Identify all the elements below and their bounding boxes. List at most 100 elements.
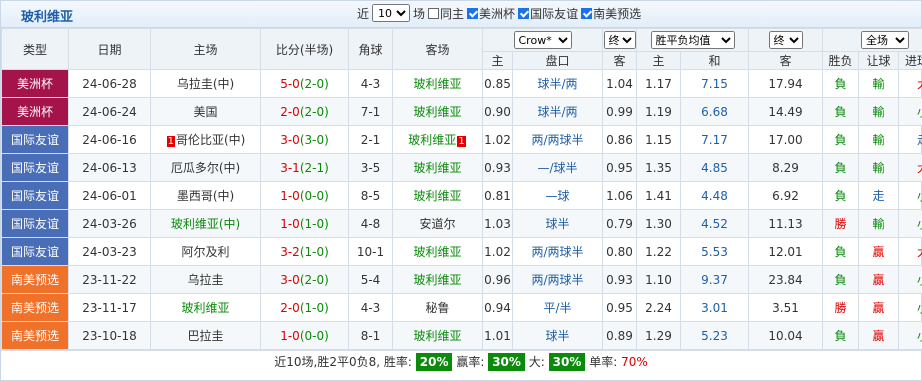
event-type[interactable]: 国际友谊 [1,125,69,154]
stage-select-1[interactable]: 终 [603,31,636,49]
home-team[interactable]: 玻利维亚 [150,293,261,322]
away-team[interactable]: 玻利维亚 [392,97,483,126]
rank-badge: 1 [457,136,466,147]
match-date: 24-06-13 [68,153,151,182]
match-row: 南美预选 23-10-18 巴拉圭 1-0(0-0) 8-1 玻利维亚 1.01 球半 0.89… [1,321,922,350]
match-score[interactable]: 5-0(2-0) [260,69,349,98]
ah-line: 平/半 [512,293,603,322]
match-date: 24-06-16 [68,125,151,154]
same-home-checkbox[interactable]: 同主 [428,5,464,22]
away-team[interactable]: 玻利维亚 [392,181,483,210]
ah-away-odds: 0.89 [602,321,637,350]
corner-score: 8-5 [348,181,393,210]
ah-away-odds: 1.06 [602,181,637,210]
qualifier-checkbox[interactable]: 南美预选 [581,5,641,22]
result-ou: 小 [897,321,922,350]
odd-label: 单率: [589,355,618,369]
ah-home-odds: 1.03 [482,209,513,238]
result-wl: 勝 [822,293,859,322]
event-type[interactable]: 南美预选 [1,265,69,294]
checkbox-box[interactable] [467,7,479,19]
checkbox-box[interactable] [581,7,593,19]
odds-home: 1.17 [636,69,681,98]
away-team[interactable]: 秘鲁 [392,293,483,322]
event-type[interactable]: 国际友谊 [1,209,69,238]
friendly-checkbox[interactable]: 国际友谊 [518,5,578,22]
copa-checkbox[interactable]: 美洲杯 [467,5,515,22]
home-team[interactable]: 阿尔及利 [150,237,261,266]
away-team[interactable]: 玻利维亚 [392,237,483,266]
event-type[interactable]: 国际友谊 [1,153,69,182]
match-date: 23-11-17 [68,293,151,322]
home-team[interactable]: 墨西哥(中) [150,181,261,210]
odds-type-select[interactable]: 胜平负均值 [650,31,735,49]
match-row: 美洲杯 24-06-24 美国 2-0(2-0) 7-1 玻利维亚 0.90 球半/两 0.99… [1,97,922,126]
match-score[interactable]: 3-0(3-0) [260,125,349,154]
away-team[interactable]: 玻利维亚 [392,69,483,98]
ah-home-odds: 0.90 [482,97,513,126]
summary-text: 近10场,胜2平0负8, 胜率: [274,355,412,369]
away-team[interactable]: 玻利维亚 [392,265,483,294]
corner-score: 8-1 [348,321,393,350]
ah-home-odds: 1.02 [482,125,513,154]
result-wl: 負 [822,237,859,266]
stage-select-2[interactable]: 终 [768,31,803,49]
match-score[interactable]: 2-0(2-0) [260,97,349,126]
event-type[interactable]: 南美预选 [1,293,69,322]
away-team[interactable]: 玻利维亚 [392,321,483,350]
match-score[interactable]: 3-1(2-1) [260,153,349,182]
event-type[interactable]: 国际友谊 [1,181,69,210]
odds-home: 1.29 [636,321,681,350]
scope-select[interactable]: 全场 [861,31,909,49]
cover-label: 赢率: [456,355,485,369]
odds-away: 23.84 [748,265,823,294]
col-date: 日期 [68,28,151,70]
match-score[interactable]: 1-0(0-0) [260,321,349,350]
result-wl: 勝 [822,209,859,238]
odds-away: 8.29 [748,153,823,182]
ah-line: —/球半 [512,153,603,182]
result-ou: 小 [897,293,922,322]
checkbox-box[interactable] [428,7,440,19]
company-select[interactable]: Crow* [513,31,572,49]
home-team[interactable]: 玻利维亚(中) [150,209,261,238]
home-team[interactable]: 美国 [150,97,261,126]
ah-away-odds: 0.99 [602,97,637,126]
result-handicap: 贏 [858,237,899,266]
ah-home-odds: 0.96 [482,265,513,294]
match-score[interactable]: 3-2(1-0) [260,237,349,266]
result-ou: 大 [897,237,922,266]
corner-score: 4-3 [348,293,393,322]
home-team[interactable]: 1 哥伦比亚(中) [150,125,261,154]
result-handicap: 輸 [858,69,899,98]
sub-home: 主 [482,51,513,70]
ah-home-odds: 0.85 [482,69,513,98]
ah-line: 球半 [512,321,603,350]
home-team[interactable]: 乌拉圭 [150,265,261,294]
ah-home-odds: 0.94 [482,293,513,322]
home-team[interactable]: 厄瓜多尔(中) [150,153,261,182]
match-score[interactable]: 3-0(2-0) [260,265,349,294]
home-team[interactable]: 乌拉圭(中) [150,69,261,98]
match-score[interactable]: 1-0(1-0) [260,209,349,238]
match-score[interactable]: 2-0(1-0) [260,293,349,322]
col-corner: 角球 [348,28,393,70]
result-handicap: 贏 [858,293,899,322]
event-type[interactable]: 国际友谊 [1,237,69,266]
match-count-select[interactable]: 10 [372,4,411,22]
match-score[interactable]: 1-0(0-0) [260,181,349,210]
event-type[interactable]: 美洲杯 [1,69,69,98]
match-date: 23-11-22 [68,265,151,294]
away-team[interactable]: 玻利维亚 1 [392,125,483,154]
odds-away: 17.94 [748,69,823,98]
event-type[interactable]: 美洲杯 [1,97,69,126]
home-team[interactable]: 巴拉圭 [150,321,261,350]
checkbox-box[interactable] [518,7,530,19]
away-team[interactable]: 玻利维亚 [392,153,483,182]
odds-away: 14.49 [748,97,823,126]
corner-score: 7-1 [348,97,393,126]
match-date: 24-06-24 [68,97,151,126]
event-type[interactable]: 南美预选 [1,321,69,350]
away-team[interactable]: 安道尔 [392,209,483,238]
sub-odds-home: 主 [636,51,681,70]
